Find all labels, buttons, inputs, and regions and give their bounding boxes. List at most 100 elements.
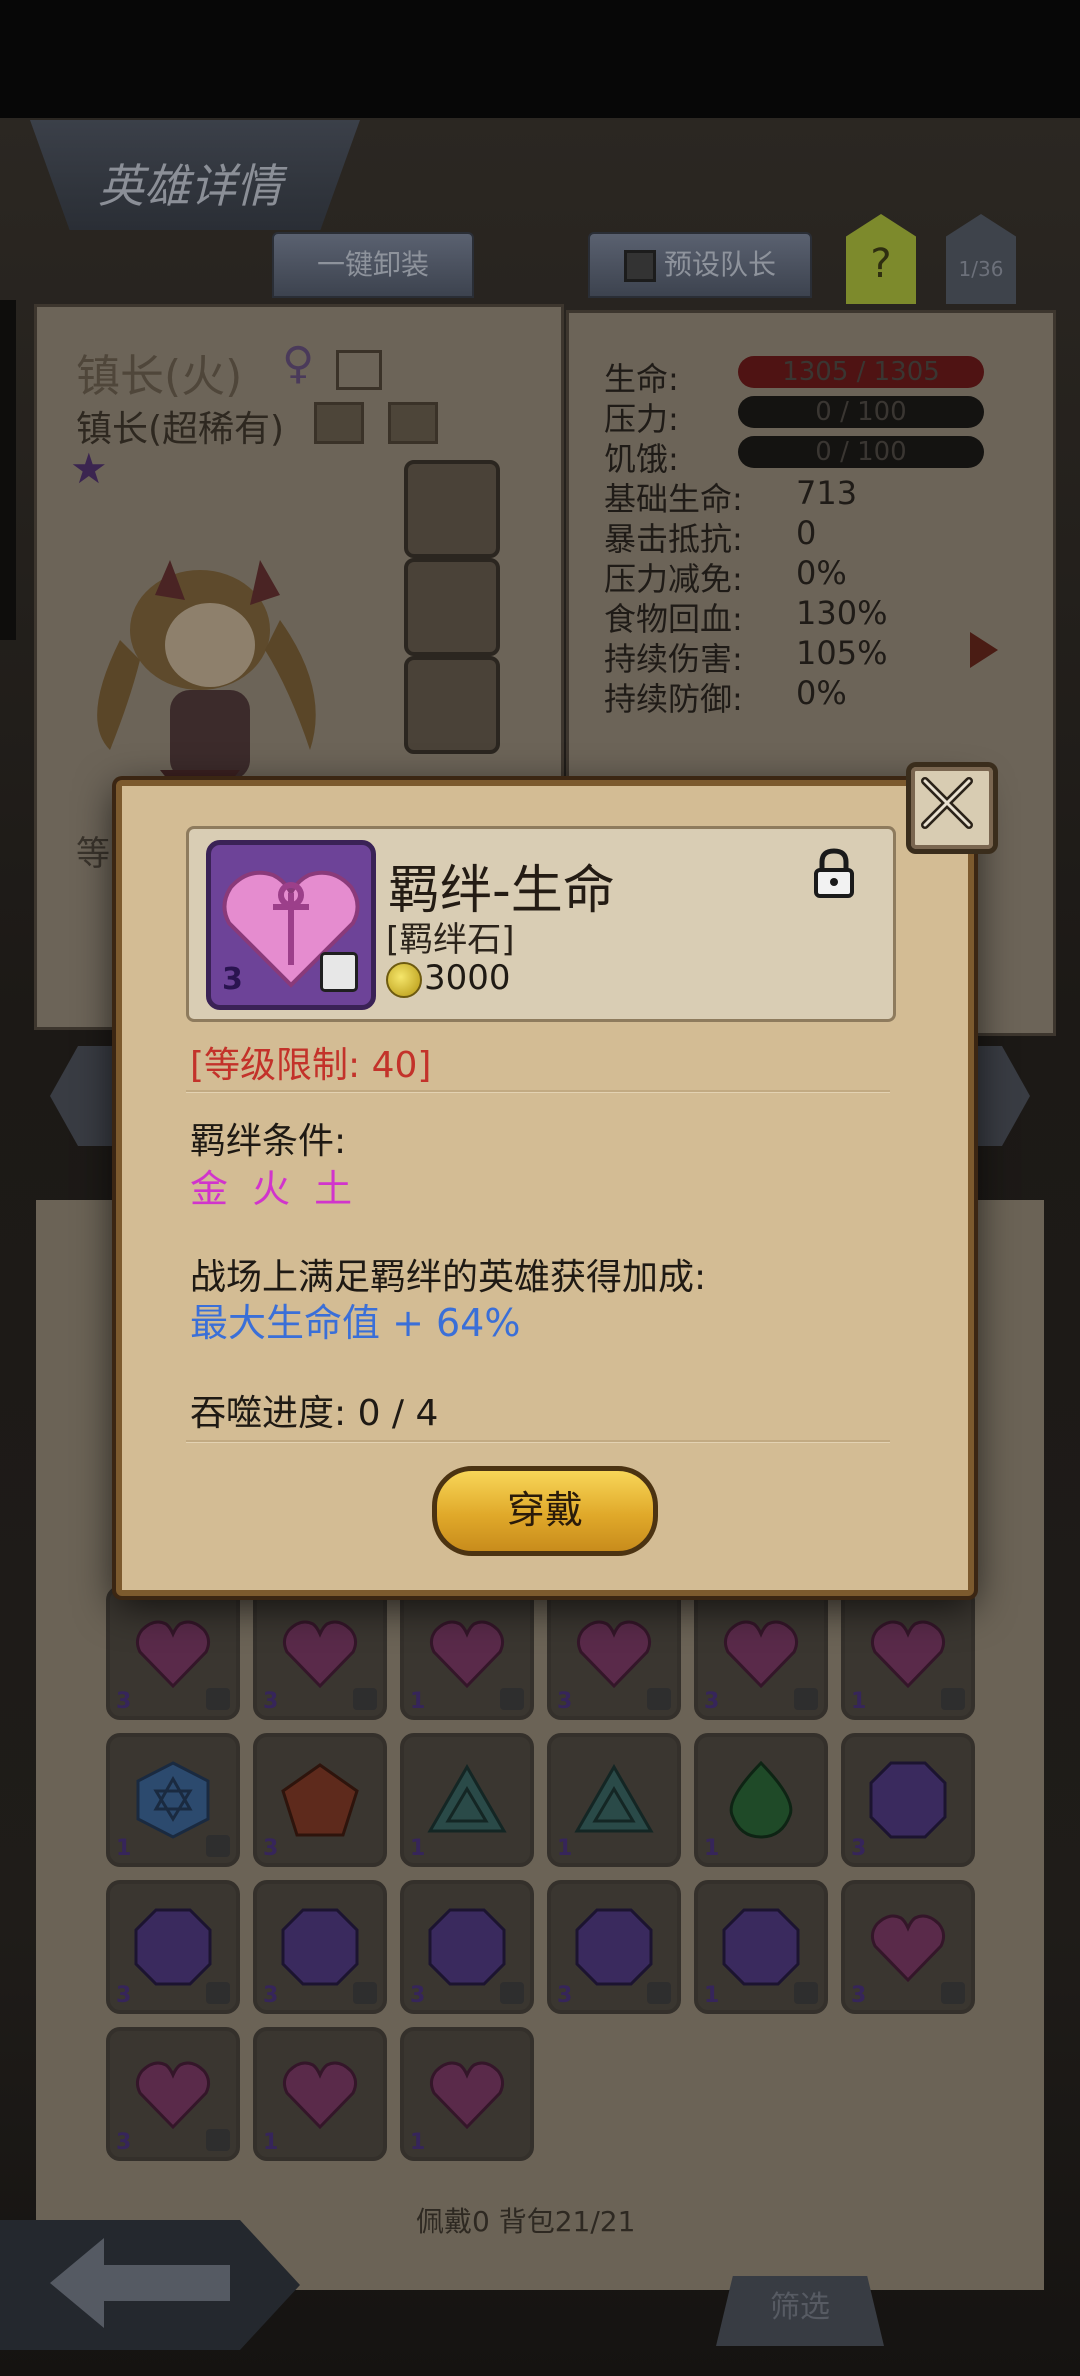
- triangle-teal-gem-icon: [574, 1764, 654, 1833]
- item-count: 1: [410, 1836, 426, 1861]
- star-icon: ★: [70, 444, 108, 493]
- item-count: 3: [557, 1983, 573, 2008]
- item-count: 1: [410, 1689, 426, 1714]
- lock-icon: [206, 1835, 230, 1857]
- inventory-slot[interactable]: 3: [547, 1880, 681, 2014]
- drop-green-gem-icon: [729, 1760, 793, 1839]
- hero-portrait: [97, 560, 316, 820]
- lock-icon: [500, 1982, 524, 2004]
- bond-condition-value: 金 火 土: [190, 1167, 359, 1211]
- lock-icon: [794, 1688, 818, 1710]
- equip-slot[interactable]: [404, 460, 500, 558]
- lock-icon: [941, 1688, 965, 1710]
- checkbox[interactable]: [623, 250, 656, 282]
- triangle-teal-gem-icon: [427, 1764, 507, 1833]
- level-limit: [等级限制: 40]: [190, 1045, 432, 1086]
- coin-icon: [386, 962, 422, 998]
- inventory-slot[interactable]: 3: [400, 1880, 534, 2014]
- inventory-slot[interactable]: 1: [106, 1733, 240, 1867]
- bond-condition-title: 羁绊条件:: [190, 1121, 347, 1162]
- item-count: 3: [116, 1983, 132, 2008]
- preset-captain-label: 预设队长: [663, 248, 776, 281]
- inventory-slot[interactable]: 3: [106, 1586, 240, 1720]
- inventory-slot[interactable]: 3: [841, 1733, 975, 1867]
- stat-value: 105%: [796, 634, 888, 672]
- heart-gem-icon: [135, 2061, 211, 2130]
- info-icon[interactable]: [314, 402, 364, 444]
- inventory-slot[interactable]: 1: [841, 1586, 975, 1720]
- equip-slot[interactable]: [404, 558, 500, 656]
- octagon-purple-gem-icon: [428, 1908, 506, 1986]
- item-count: 1: [704, 1983, 720, 2008]
- octagon-purple-gem-icon: [722, 1908, 800, 1986]
- filter-button[interactable]: 筛选: [716, 2276, 884, 2346]
- lock-icon: [206, 1982, 230, 2004]
- octagon-purple-gem-icon: [575, 1908, 653, 1986]
- inventory-slot[interactable]: 3: [547, 1586, 681, 1720]
- equip-button[interactable]: 穿戴: [432, 1466, 658, 1556]
- status-bar: [0, 0, 1080, 118]
- stat-value: 713: [796, 474, 858, 512]
- inventory-slot[interactable]: 1: [694, 1733, 828, 1867]
- stat-value: 0: [796, 514, 817, 552]
- inventory-slot[interactable]: 1: [547, 1733, 681, 1867]
- lock-icon: [794, 1982, 818, 2004]
- inventory-slot[interactable]: 3: [253, 1733, 387, 1867]
- divider: [186, 1440, 890, 1443]
- inventory-slot[interactable]: 3: [106, 2027, 240, 2161]
- lock-icon: [206, 1688, 230, 1710]
- octagon-purple-gem-icon: [869, 1761, 947, 1839]
- stats-next-arrow-icon[interactable]: [970, 632, 998, 668]
- hexagon-blue-gem-icon: [136, 1761, 210, 1839]
- hero-level-label: 等: [76, 834, 110, 874]
- item-count: 1: [557, 1836, 573, 1861]
- lock-icon: [353, 1688, 377, 1710]
- lock-icon: [353, 1982, 377, 2004]
- devour-progress: 吞噬进度: 0 / 4: [190, 1393, 439, 1434]
- preset-captain-toggle[interactable]: 预设队长: [588, 232, 812, 298]
- heart-gem-icon: [870, 1620, 946, 1689]
- edit-icon[interactable]: [336, 350, 382, 390]
- hp-bar: 1305 / 1305: [738, 356, 984, 388]
- stat-value: 0%: [796, 554, 847, 592]
- heart-gem-icon: [576, 1620, 652, 1689]
- lock-icon: [941, 1982, 965, 2004]
- inventory-slot[interactable]: 3: [253, 1586, 387, 1720]
- inventory-slot[interactable]: 1: [400, 2027, 534, 2161]
- skin-icon[interactable]: [388, 402, 438, 444]
- item-count: 3: [263, 1689, 279, 1714]
- page-title: 英雄详情: [98, 159, 282, 213]
- item-count: 3: [410, 1983, 426, 2008]
- lock-icon[interactable]: [812, 848, 856, 898]
- hero-name: 镇长(火): [76, 351, 243, 402]
- item-count: 3: [263, 1983, 279, 2008]
- pentagon-red-gem-icon: [281, 1763, 359, 1837]
- item-count: 3: [704, 1689, 720, 1714]
- lock-icon: [206, 2129, 230, 2151]
- inventory-slot[interactable]: 1: [400, 1586, 534, 1720]
- item-count: 3: [851, 1836, 867, 1861]
- unequip-all-button[interactable]: 一键卸装: [272, 232, 474, 298]
- inventory-slot[interactable]: 3: [253, 1880, 387, 2014]
- item-price: 3000: [424, 958, 511, 998]
- heart-gem-icon: [135, 1620, 211, 1689]
- heart-gem-icon: [870, 1914, 946, 1983]
- item-count: 3: [116, 1689, 132, 1714]
- heart-gem-icon: [282, 2061, 358, 2130]
- inventory-slot[interactable]: 3: [841, 1880, 975, 2014]
- inventory-slot[interactable]: 1: [253, 2027, 387, 2161]
- item-type: [羁绊石]: [386, 920, 515, 960]
- item-lock-icon: [320, 952, 358, 992]
- stress-bar: 0 / 100: [738, 396, 984, 428]
- heart-gem-icon: [282, 1620, 358, 1689]
- inventory-slot[interactable]: 1: [694, 1880, 828, 2014]
- inventory-slot[interactable]: 3: [106, 1880, 240, 2014]
- bonus-value: 最大生命值 + 64%: [190, 1301, 521, 1345]
- item-count: 3: [222, 962, 243, 997]
- equip-slot[interactable]: [404, 656, 500, 754]
- octagon-purple-gem-icon: [281, 1908, 359, 1986]
- inventory-slot[interactable]: 3: [694, 1586, 828, 1720]
- close-button[interactable]: [906, 762, 998, 854]
- item-count: 1: [410, 2130, 426, 2155]
- inventory-slot[interactable]: 1: [400, 1733, 534, 1867]
